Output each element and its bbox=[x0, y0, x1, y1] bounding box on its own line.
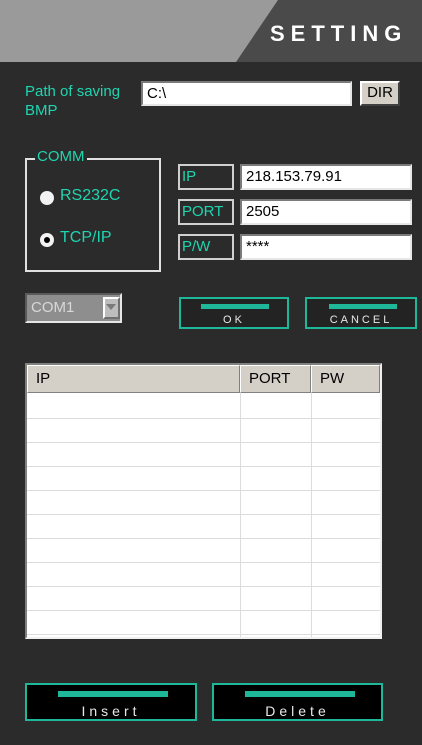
radio-tcpip[interactable] bbox=[40, 233, 54, 247]
row-divider bbox=[27, 418, 380, 419]
port-label: PORT bbox=[178, 199, 234, 225]
path-label: Path of saving BMP bbox=[25, 83, 121, 119]
column-divider bbox=[311, 393, 312, 637]
com-port-select[interactable]: COM1 bbox=[25, 293, 122, 323]
dir-button[interactable]: DIR bbox=[360, 81, 400, 106]
cancel-button[interactable]: CANCEL bbox=[305, 297, 417, 329]
ok-button-bar bbox=[201, 304, 269, 309]
row-divider bbox=[27, 634, 380, 635]
column-header-ip[interactable]: IP bbox=[27, 365, 240, 393]
column-header-pw[interactable]: PW bbox=[311, 365, 380, 393]
radio-rs232c-label[interactable]: RS232C bbox=[60, 186, 120, 206]
delete-button-bar bbox=[245, 691, 355, 697]
delete-button-label: Delete bbox=[265, 703, 330, 719]
server-list[interactable]: IP PORT PW bbox=[25, 363, 382, 639]
radio-rs232c[interactable] bbox=[40, 191, 54, 205]
row-divider bbox=[27, 490, 380, 491]
row-divider bbox=[27, 610, 380, 611]
comm-group bbox=[25, 158, 161, 272]
port-input[interactable]: 2505 bbox=[240, 199, 412, 225]
path-input[interactable]: C:\ bbox=[141, 81, 352, 106]
radio-tcpip-label[interactable]: TCP/IP bbox=[60, 228, 112, 248]
comm-legend: COMM bbox=[35, 148, 87, 166]
insert-button[interactable]: Insert bbox=[25, 683, 197, 721]
delete-button[interactable]: Delete bbox=[212, 683, 383, 721]
row-divider bbox=[27, 514, 380, 515]
cancel-button-label: CANCEL bbox=[329, 314, 393, 326]
ok-button[interactable]: OK bbox=[179, 297, 289, 329]
pw-label: P/W bbox=[178, 234, 234, 260]
row-divider bbox=[27, 538, 380, 539]
row-divider bbox=[27, 562, 380, 563]
chevron-down-icon bbox=[106, 304, 116, 310]
row-divider bbox=[27, 466, 380, 467]
column-header-port[interactable]: PORT bbox=[240, 365, 311, 393]
ip-input[interactable]: 218.153.79.91 bbox=[240, 164, 412, 190]
page-title: SETTING bbox=[270, 21, 408, 46]
cancel-button-bar bbox=[329, 304, 397, 309]
row-divider bbox=[27, 586, 380, 587]
ok-button-label: OK bbox=[223, 314, 245, 326]
com-port-dropdown-button[interactable] bbox=[103, 297, 120, 319]
ip-label: IP bbox=[178, 164, 234, 190]
column-divider bbox=[240, 393, 241, 637]
pw-input[interactable]: **** bbox=[240, 234, 412, 260]
row-divider bbox=[27, 442, 380, 443]
insert-button-bar bbox=[58, 691, 168, 697]
com-port-value: COM1 bbox=[31, 299, 75, 316]
insert-button-label: Insert bbox=[81, 703, 141, 719]
